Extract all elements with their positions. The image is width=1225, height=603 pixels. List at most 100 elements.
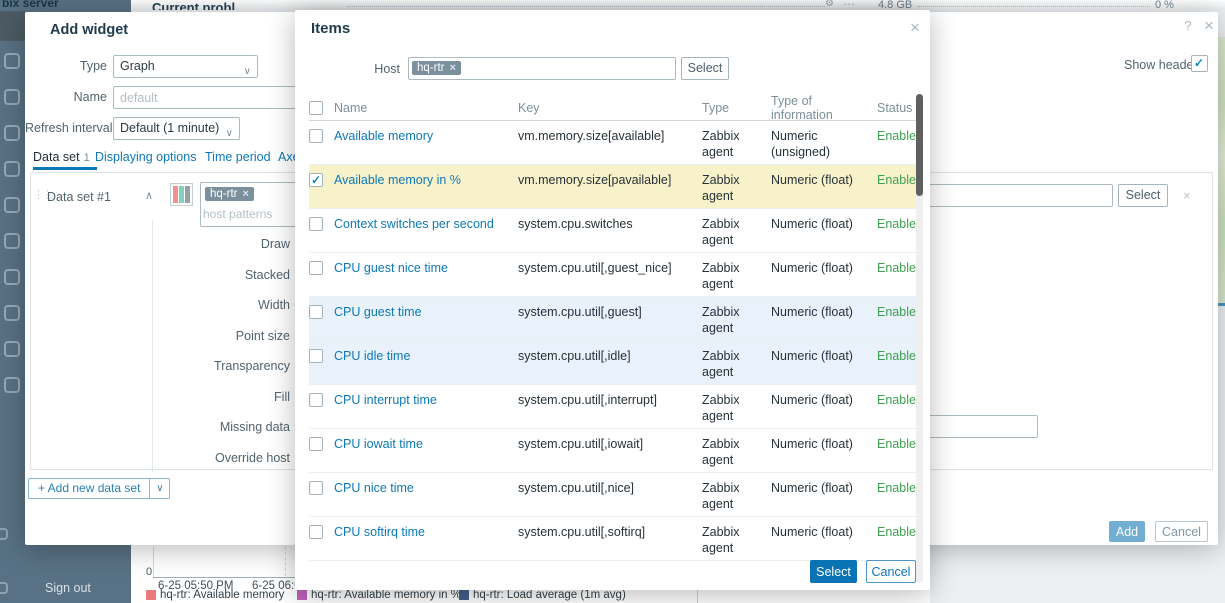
table-row[interactable]: CPU guest nice time system.cpu.util[,gue…: [309, 253, 921, 297]
item-name-link[interactable]: CPU guest nice time: [334, 261, 448, 275]
table-row[interactable]: Available memory vm.memory.size[availabl…: [309, 121, 921, 165]
type-select[interactable]: Graph ∨: [113, 55, 258, 78]
sidebar-menu-icon[interactable]: [4, 269, 20, 285]
add-new-dataset-caret-button[interactable]: ∨: [149, 478, 170, 499]
swatch-stripe: [173, 186, 178, 203]
sidebar-menu-icon[interactable]: [4, 377, 20, 393]
item-info: Numeric (unsigned): [771, 121, 877, 164]
sidebar-selected-item[interactable]: [0, 11, 25, 41]
show-header-label: Show header: [1124, 58, 1198, 72]
table-row[interactable]: Available memory in % vm.memory.size[pav…: [309, 165, 921, 209]
table-row[interactable]: CPU guest time system.cpu.util[,guest] Z…: [309, 297, 921, 341]
item-info: Numeric (float): [771, 165, 877, 208]
row-checkbox[interactable]: [309, 393, 323, 407]
add-new-dataset-button[interactable]: + Add new data set: [28, 478, 149, 499]
select-all-checkbox[interactable]: [309, 101, 323, 115]
chevron-down-icon: ∨: [244, 61, 251, 82]
item-type: Zabbix agent: [702, 209, 771, 252]
item-name-link[interactable]: CPU softirq time: [334, 525, 425, 539]
item-name-link[interactable]: CPU nice time: [334, 481, 414, 495]
memory-item-value: 4.8 GB: [878, 0, 912, 10]
sign-out-icon[interactable]: [0, 582, 8, 594]
row-checkbox[interactable]: [309, 437, 323, 451]
collapse-icon[interactable]: ∧: [145, 189, 153, 202]
column-header-status: Status: [877, 101, 921, 115]
table-row[interactable]: CPU softirq time system.cpu.util[,softir…: [309, 517, 921, 561]
table-row[interactable]: CPU iowait time system.cpu.util[,iowait]…: [309, 429, 921, 473]
row-checkbox[interactable]: [309, 261, 323, 275]
tab-label: Time period: [205, 150, 271, 164]
user-settings-icon[interactable]: [0, 528, 8, 540]
chip-remove-icon[interactable]: ×: [242, 188, 248, 200]
close-icon[interactable]: ×: [907, 18, 923, 38]
row-checkbox[interactable]: [309, 481, 323, 495]
item-name-link[interactable]: Context switches per second: [334, 217, 494, 231]
item-type: Zabbix agent: [702, 517, 771, 560]
table-row[interactable]: CPU nice time system.cpu.util[,nice] Zab…: [309, 473, 921, 517]
close-icon[interactable]: ×: [1201, 16, 1217, 36]
item-status: Enabled: [877, 165, 921, 208]
scrollbar-thumb[interactable]: [916, 94, 923, 196]
remove-icon[interactable]: ×: [1183, 188, 1191, 203]
item-name-link[interactable]: Available memory in %: [334, 173, 461, 187]
item-name-link[interactable]: Available memory: [334, 129, 433, 143]
show-header-checkbox[interactable]: [1191, 55, 1208, 72]
sidebar-menu-icon[interactable]: [4, 53, 20, 69]
dataset-field-label: Stacked: [190, 268, 290, 282]
table-row[interactable]: CPU interrupt time system.cpu.util[,inte…: [309, 385, 921, 429]
item-name-link[interactable]: CPU idle time: [334, 349, 410, 363]
item-patterns-select-button[interactable]: Select: [1118, 184, 1168, 207]
tab[interactable]: Displaying options: [95, 150, 200, 164]
sidebar-item-sign-out[interactable]: Sign out: [45, 581, 91, 595]
row-checkbox[interactable]: [309, 129, 323, 143]
dialog-title: Add widget: [50, 22, 128, 38]
sidebar-menu-icon[interactable]: [4, 197, 20, 213]
map-widget-sliver: [1218, 37, 1225, 303]
host-multiselect[interactable]: hq-rtr ×: [408, 57, 676, 80]
item-name-link[interactable]: CPU interrupt time: [334, 393, 437, 407]
dataset-field-label: Draw: [190, 237, 290, 251]
dataset-field-label: Point size: [190, 329, 290, 343]
legend-item[interactable]: hq-rtr: Available memory: [146, 589, 284, 601]
sidebar-menu-icon[interactable]: [4, 89, 20, 105]
legend-item[interactable]: hq-rtr: Available memory in %: [297, 589, 461, 601]
cancel-button[interactable]: Cancel: [866, 560, 916, 583]
cancel-button[interactable]: Cancel: [1155, 521, 1208, 542]
swatch-stripe: [185, 186, 190, 203]
legend-item[interactable]: hq-rtr: Load average (1m avg): [459, 589, 626, 601]
type-label: Type: [25, 59, 107, 73]
item-key: system.cpu.util[,interrupt]: [518, 385, 702, 428]
row-checkbox[interactable]: [309, 525, 323, 539]
more-icon[interactable]: …: [843, 0, 856, 8]
row-checkbox[interactable]: [309, 217, 323, 231]
column-header-name: Name: [334, 101, 518, 115]
select-button[interactable]: Select: [810, 560, 857, 583]
help-icon[interactable]: ?: [1180, 18, 1196, 33]
host-pattern-chip: hq-rtr ×: [205, 187, 254, 201]
row-checkbox[interactable]: [309, 349, 323, 363]
item-type: Zabbix agent: [702, 429, 771, 472]
sidebar-menu-icon[interactable]: [4, 305, 20, 321]
row-checkbox[interactable]: [309, 173, 323, 187]
chip-remove-icon[interactable]: ×: [449, 62, 455, 74]
item-key: system.cpu.util[,idle]: [518, 341, 702, 384]
sidebar-menu-icon[interactable]: [4, 341, 20, 357]
host-select-button[interactable]: Select: [681, 57, 729, 80]
item-name-link[interactable]: CPU guest time: [334, 305, 422, 319]
sidebar-menu-icon[interactable]: [4, 233, 20, 249]
dataset-color-swatch[interactable]: [170, 183, 193, 206]
sidebar-menu-icon[interactable]: [4, 125, 20, 141]
refresh-interval-select[interactable]: Default (1 minute) ∨: [113, 117, 240, 140]
sidebar-menu-icon[interactable]: [4, 161, 20, 177]
tab[interactable]: Data set1: [33, 150, 90, 164]
table-row[interactable]: Context switches per second system.cpu.s…: [309, 209, 921, 253]
legend-label: hq-rtr: Available memory in %: [311, 589, 461, 601]
scrollbar-track[interactable]: [916, 94, 923, 583]
gear-icon[interactable]: ⚙: [825, 0, 834, 9]
table-row[interactable]: CPU idle time system.cpu.util[,idle] Zab…: [309, 341, 921, 385]
item-name-link[interactable]: CPU iowait time: [334, 437, 423, 451]
legend-color-swatch: [297, 590, 307, 600]
tab[interactable]: Time period: [205, 150, 275, 164]
row-checkbox[interactable]: [309, 305, 323, 319]
add-button[interactable]: Add: [1109, 521, 1145, 542]
